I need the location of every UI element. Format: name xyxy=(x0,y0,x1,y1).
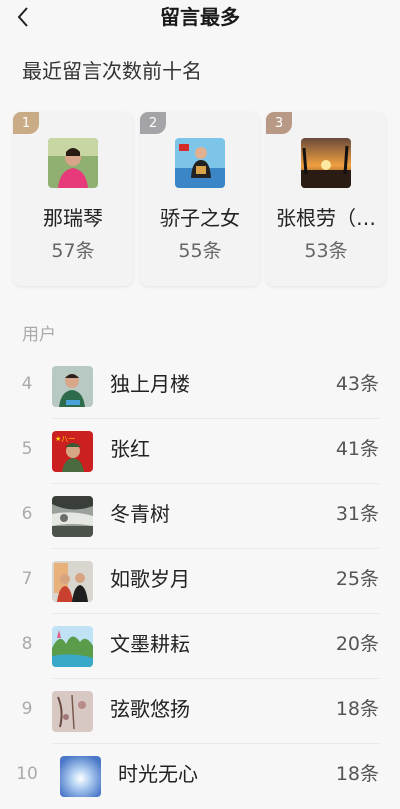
rank-number: 6 xyxy=(21,504,33,524)
user-name: 如歌岁月 xyxy=(110,567,190,591)
page-title: 留言最多 xyxy=(160,5,240,29)
podium-count: 55条 xyxy=(178,240,222,262)
comment-count: 43条 xyxy=(335,373,379,395)
list-item[interactable]: 7 如歌岁月 25条 xyxy=(0,549,400,614)
avatar xyxy=(48,138,98,188)
podium-name: 骄子之女 xyxy=(160,206,240,230)
list-item[interactable]: 9 弦歌悠扬 18条 xyxy=(0,679,400,744)
list-item[interactable]: 5 ★八一 张红 41条 xyxy=(0,419,400,484)
podium-card-2[interactable]: 2 骄子之女 55条 xyxy=(140,112,260,286)
rank-number: 9 xyxy=(21,699,33,719)
avatar xyxy=(52,496,93,537)
avatar xyxy=(60,756,101,797)
list-item[interactable]: 8 文墨耕耘 20条 xyxy=(0,614,400,679)
user-name: 弦歌悠扬 xyxy=(110,697,190,721)
rank-number: 8 xyxy=(21,634,33,654)
avatar xyxy=(52,366,93,407)
podium-count: 53条 xyxy=(304,240,348,262)
podium-card-1[interactable]: 1 那瑞琴 57条 xyxy=(13,112,133,286)
svg-text:★八一: ★八一 xyxy=(55,435,75,443)
comment-count: 41条 xyxy=(335,438,379,460)
avatar xyxy=(52,626,93,667)
user-name: 独上月楼 xyxy=(110,372,190,396)
user-name: 张红 xyxy=(110,437,150,461)
comment-count: 18条 xyxy=(335,698,379,720)
rank-badge: 1 xyxy=(13,112,39,134)
header: 留言最多 xyxy=(0,0,400,36)
avatar xyxy=(52,691,93,732)
avatar: ★八一 xyxy=(52,431,93,472)
podium-name: 那瑞琴 xyxy=(43,206,103,230)
comment-count: 31条 xyxy=(335,503,379,525)
podium-name: 张根劳（… xyxy=(276,206,376,230)
rank-badge: 2 xyxy=(140,112,166,134)
comment-count: 25条 xyxy=(335,568,379,590)
comment-count: 18条 xyxy=(335,763,379,785)
list-item[interactable]: 6 冬青树 31条 xyxy=(0,484,400,549)
rank-number: 4 xyxy=(21,374,33,394)
list-item[interactable]: 10 时光无心 18条 xyxy=(0,744,400,809)
rank-number: 5 xyxy=(21,439,33,459)
top-three-podium: 1 那瑞琴 57条 2 骄子之女 55条 3 张根劳（… 53条 xyxy=(0,112,400,288)
user-name: 时光无心 xyxy=(118,762,198,786)
comment-count: 20条 xyxy=(335,633,379,655)
avatar xyxy=(301,138,351,188)
avatar xyxy=(175,138,225,188)
rank-number: 7 xyxy=(21,569,33,589)
rank-number: 10 xyxy=(16,764,38,784)
avatar xyxy=(52,561,93,602)
section-label-users: 用户 xyxy=(22,325,56,345)
user-name: 文墨耕耘 xyxy=(110,632,190,656)
podium-count: 57条 xyxy=(51,240,95,262)
podium-card-3[interactable]: 3 张根劳（… 53条 xyxy=(266,112,386,286)
user-name: 冬青树 xyxy=(110,502,170,526)
rank-badge: 3 xyxy=(266,112,292,134)
section-title: 最近留言次数前十名 xyxy=(22,59,202,83)
list-item[interactable]: 4 独上月楼 43条 xyxy=(0,354,400,419)
